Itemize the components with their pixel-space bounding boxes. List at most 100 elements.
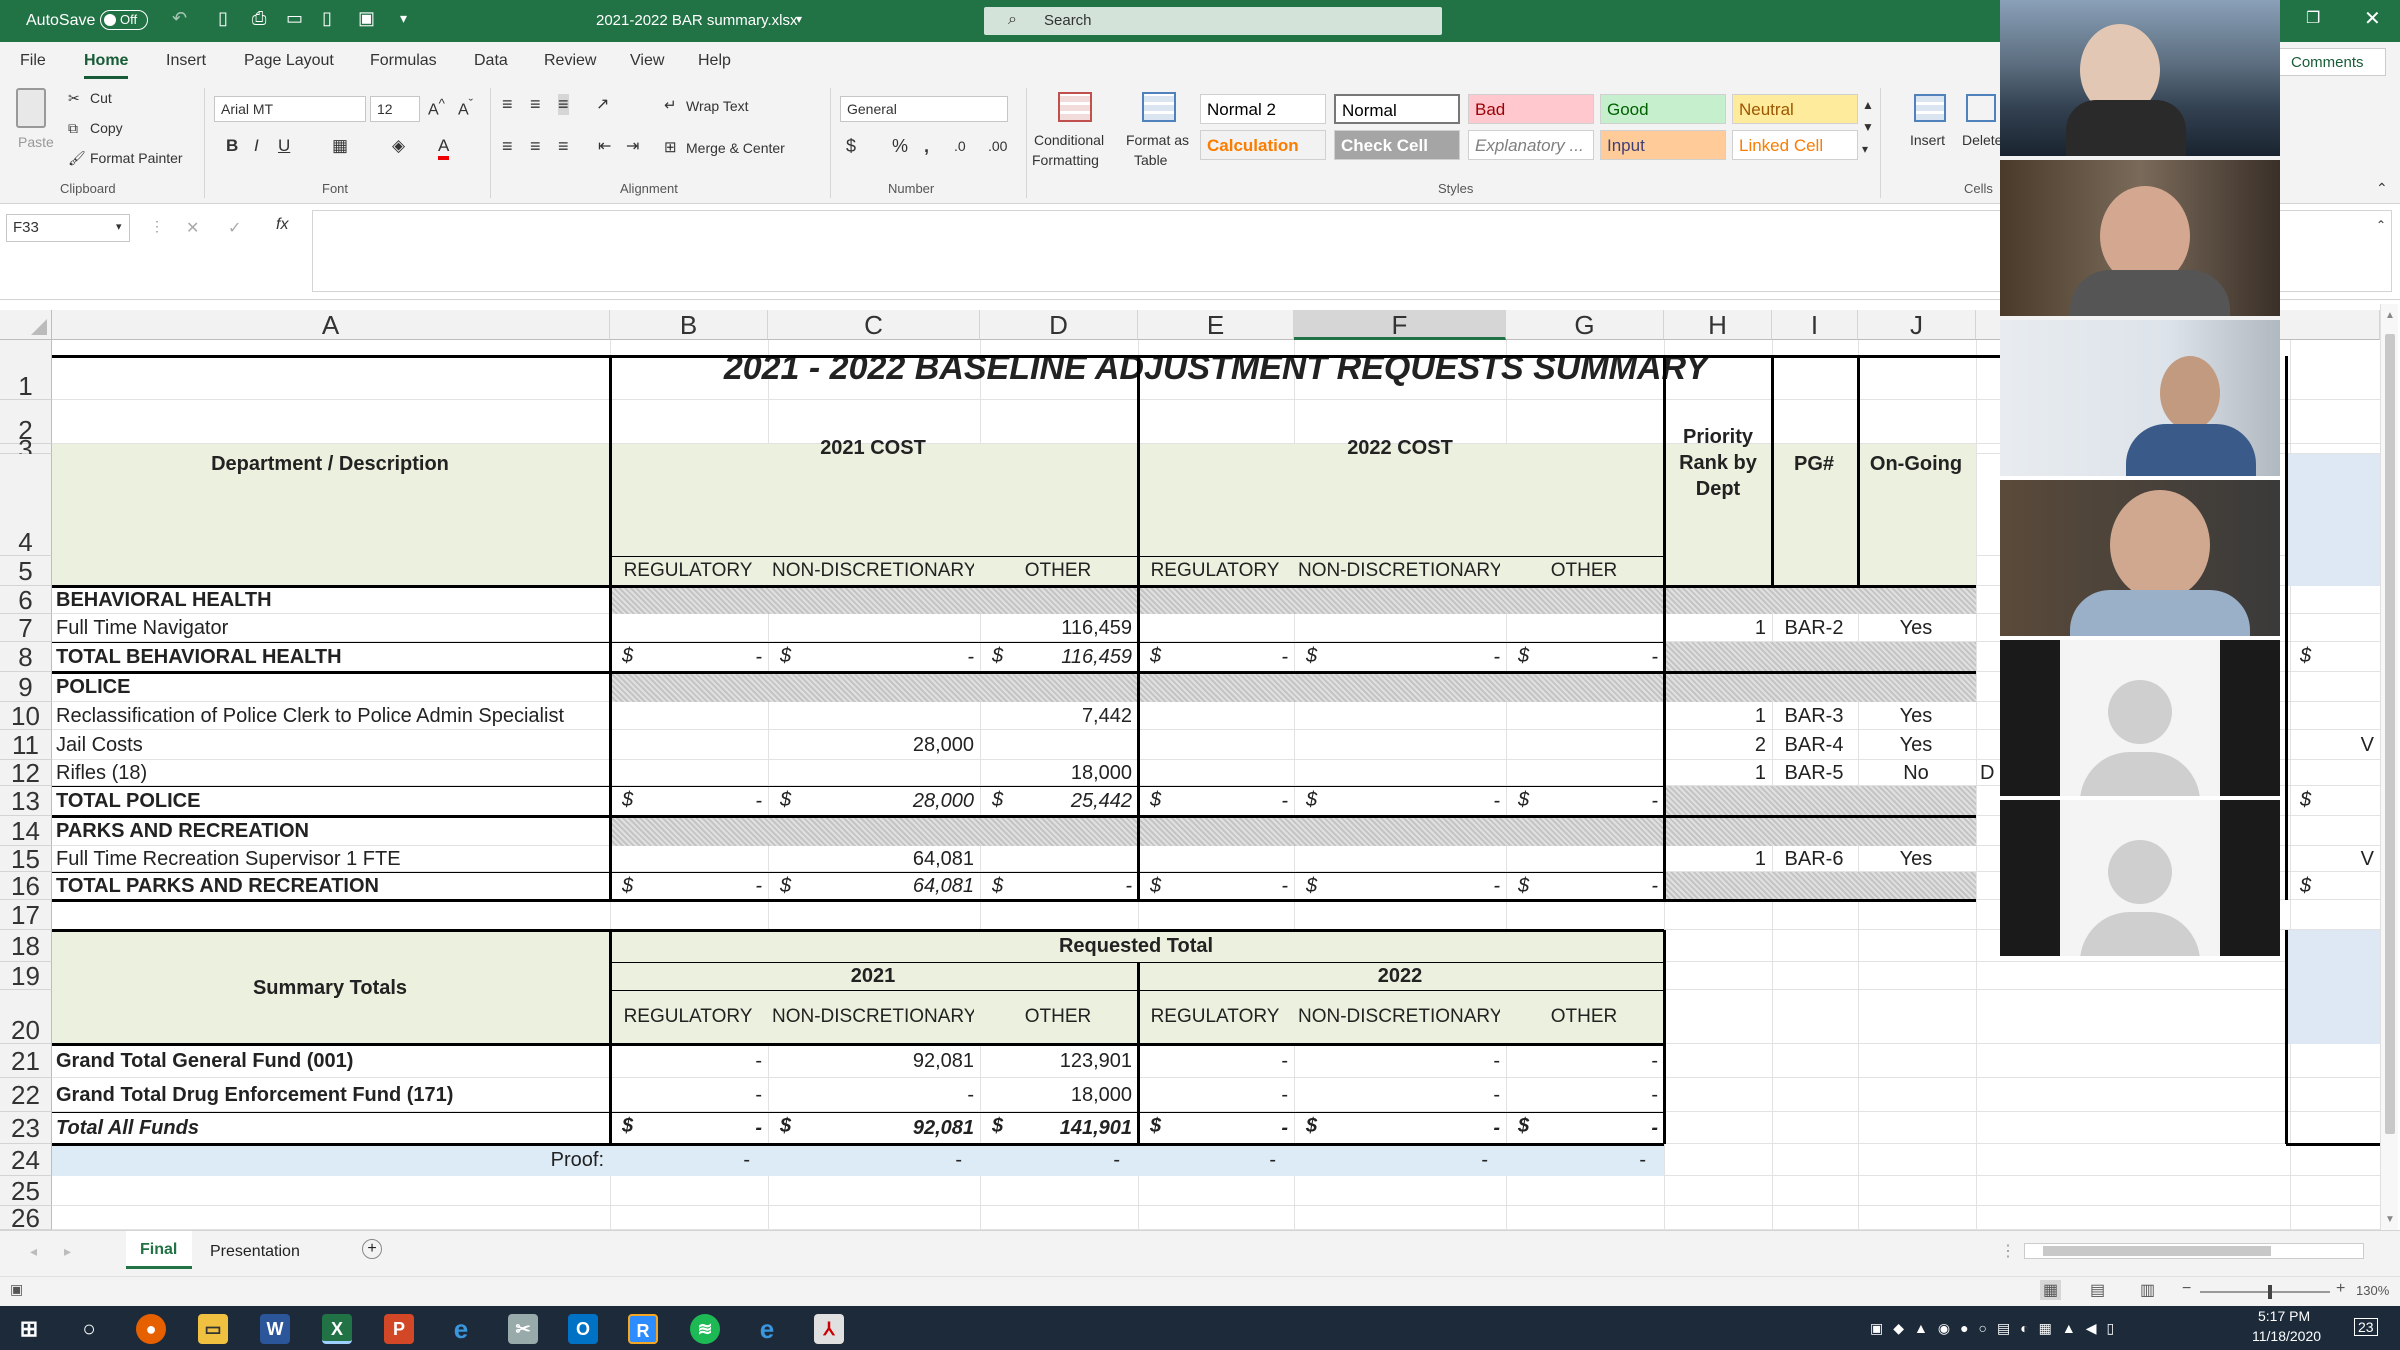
insert-cells-icon[interactable] <box>1914 94 1946 122</box>
file-explorer-icon[interactable]: ▭ <box>198 1314 228 1344</box>
sub-header[interactable]: OTHER <box>984 556 1132 586</box>
edge-icon[interactable]: e <box>446 1314 476 1344</box>
row-header[interactable]: 15 <box>0 846 52 872</box>
cell-style-option[interactable]: Input <box>1600 130 1726 160</box>
currency-icon[interactable]: $ <box>846 136 856 157</box>
priority-cell[interactable]: 1 <box>1668 702 1766 730</box>
summary-row-label[interactable]: Total All Funds <box>56 1112 604 1144</box>
priority-cell[interactable]: 2 <box>1668 730 1766 760</box>
chevron-down-icon[interactable]: ▾ <box>796 12 802 26</box>
summary-value[interactable]: 92,081 <box>772 1044 974 1078</box>
row-header[interactable]: 7 <box>0 614 52 642</box>
summary-value[interactable]: 141,901 <box>984 1112 1132 1144</box>
row-header[interactable]: 18 <box>0 930 52 962</box>
system-tray-icons[interactable]: ▣◆▲◉●○▤◐▦▲◀▯ <box>1870 1320 2124 1337</box>
increase-font-icon[interactable]: A^ <box>428 96 445 119</box>
row-header[interactable]: 19 <box>0 962 52 990</box>
year-2022-header[interactable]: 2022 <box>1142 962 1658 990</box>
ongoing-cell[interactable]: Yes <box>1862 846 1970 872</box>
zoom-slider-thumb[interactable] <box>2268 1285 2272 1299</box>
decrease-font-icon[interactable]: Aˇ <box>458 96 473 119</box>
notification-badge[interactable]: 23 <box>2354 1318 2378 1336</box>
proof-value[interactable]: - <box>772 1144 974 1176</box>
column-header-c[interactable]: C <box>768 310 980 340</box>
ongoing-cell[interactable]: Yes <box>1862 730 1970 760</box>
value-cell[interactable]: - <box>1142 786 1288 816</box>
select-all-corner[interactable] <box>0 310 52 340</box>
summary-value[interactable]: - <box>772 1078 974 1112</box>
cell-style-option[interactable]: Neutral <box>1732 94 1858 124</box>
value-cell[interactable]: 64,081 <box>772 872 974 900</box>
summary-value[interactable]: - <box>1298 1044 1500 1078</box>
partial-cell-k11[interactable]: V <box>2284 730 2374 760</box>
summary-value[interactable]: - <box>614 1112 762 1144</box>
enter-icon[interactable]: ✓ <box>228 218 241 238</box>
sheet-tab-presentation[interactable]: Presentation <box>210 1243 300 1261</box>
item-label[interactable]: Jail Costs <box>56 730 604 760</box>
cell-style-option[interactable]: Good <box>1600 94 1726 124</box>
summary-value[interactable]: 123,901 <box>984 1044 1132 1078</box>
tab-help[interactable]: Help <box>698 52 731 70</box>
row-header[interactable]: 22 <box>0 1078 52 1112</box>
summary-sub-header[interactable]: OTHER <box>984 990 1132 1044</box>
cost-2021-header[interactable]: 2021 COST <box>614 428 1132 468</box>
row-header[interactable]: 1 <box>0 340 52 401</box>
merge-icon[interactable]: ⊞ <box>664 138 677 156</box>
preview-icon[interactable]: ▯ <box>322 8 332 29</box>
summary-totals-label[interactable]: Summary Totals <box>56 962 604 1014</box>
copy-button[interactable]: Copy <box>90 120 123 136</box>
tab-formulas[interactable]: Formulas <box>370 52 437 70</box>
sheet-tab-final[interactable]: Final <box>126 1231 192 1269</box>
font-name-select[interactable]: Arial MT <box>214 96 366 122</box>
bold-icon[interactable]: B <box>226 136 238 156</box>
cell-style-option[interactable]: Bad <box>1468 94 1594 124</box>
row-header[interactable]: 11 <box>0 730 52 760</box>
cell-style-option[interactable]: Calculation <box>1200 130 1326 160</box>
font-size-select[interactable]: 12 <box>370 96 420 122</box>
cell-style-option[interactable]: Linked Cell <box>1732 130 1858 160</box>
pg-cell[interactable]: BAR-6 <box>1776 846 1852 872</box>
increase-decimal-icon[interactable]: .0 <box>954 138 966 154</box>
cost-2022-header[interactable]: 2022 COST <box>1142 428 1658 468</box>
sub-header[interactable]: NON-DISCRETIONARY <box>1298 556 1500 586</box>
decrease-indent-icon[interactable]: ⇤ <box>598 136 611 156</box>
sub-header[interactable]: REGULATORY <box>1142 556 1288 586</box>
powerpoint-icon[interactable]: P <box>384 1314 414 1344</box>
value-cell[interactable]: - <box>1298 786 1500 816</box>
total-label[interactable]: TOTAL POLICE <box>56 786 604 816</box>
sub-header[interactable]: REGULATORY <box>614 556 762 586</box>
format-painter-button[interactable]: Format Painter <box>90 150 183 166</box>
column-header-j[interactable]: J <box>1858 310 1976 340</box>
align-top-icon[interactable]: ≡ <box>502 94 513 115</box>
value-cell[interactable]: - <box>772 642 974 672</box>
value-cell[interactable]: 64,081 <box>772 846 974 872</box>
tab-review[interactable]: Review <box>544 52 596 70</box>
next-sheet-icon[interactable]: ▸ <box>64 1243 71 1260</box>
value-cell[interactable]: 25,442 <box>984 786 1132 816</box>
column-header-e[interactable]: E <box>1138 310 1294 340</box>
value-cell[interactable]: 28,000 <box>772 730 974 760</box>
align-center-icon[interactable]: ≡ <box>530 136 541 157</box>
proof-label[interactable]: Proof: <box>56 1144 604 1176</box>
column-header-g[interactable]: G <box>1506 310 1664 340</box>
proof-value[interactable]: - <box>1142 1144 1288 1176</box>
section-title[interactable]: PARKS AND RECREATION <box>56 816 604 846</box>
ongoing-cell[interactable]: Yes <box>1862 702 1970 730</box>
new-file-icon[interactable]: ▯ <box>218 8 228 29</box>
item-label[interactable]: Reclassification of Police Clerk to Poli… <box>56 702 604 730</box>
autosave-toggle[interactable]: Off <box>100 10 148 30</box>
value-cell[interactable]: - <box>1298 642 1500 672</box>
column-header-i[interactable]: I <box>1772 310 1858 340</box>
align-left-icon[interactable]: ≡ <box>502 136 513 157</box>
column-header-h[interactable]: H <box>1664 310 1772 340</box>
requested-total-header[interactable]: Requested Total <box>614 930 1658 962</box>
pg-cell[interactable]: BAR-4 <box>1776 730 1852 760</box>
normal-view-icon[interactable]: ▦ <box>2040 1280 2062 1300</box>
decrease-decimal-icon[interactable]: .00 <box>988 138 1007 154</box>
cell-style-option[interactable]: Normal <box>1334 94 1460 124</box>
pg-cell[interactable]: BAR-3 <box>1776 702 1852 730</box>
summary-value[interactable]: - <box>614 1078 762 1112</box>
value-cell[interactable]: 28,000 <box>772 786 974 816</box>
tab-splitter-icon[interactable]: ⋮ <box>2000 1241 2016 1261</box>
comments-button[interactable]: Comments <box>2276 48 2386 76</box>
